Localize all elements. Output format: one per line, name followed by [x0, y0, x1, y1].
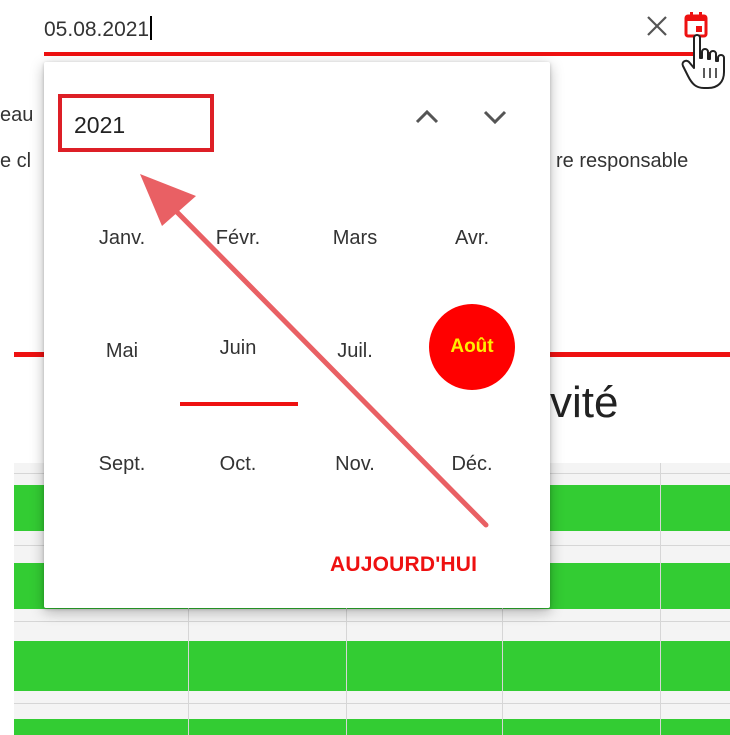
month-hover-indicator [180, 402, 298, 406]
month-sep[interactable]: Sept. [64, 453, 180, 476]
date-field[interactable]: 05.08.2021 [44, 8, 714, 48]
month-dec[interactable]: Déc. [414, 453, 530, 476]
month-feb[interactable]: Févr. [180, 227, 296, 250]
month-apr[interactable]: Avr. [414, 227, 530, 250]
activity-bar [14, 719, 730, 735]
background-text-fragment: re responsable [556, 150, 689, 172]
background-text-fragment: e cl [0, 150, 32, 172]
month-jul[interactable]: Juil. [297, 340, 413, 363]
chevron-down-icon[interactable] [480, 106, 510, 128]
activity-bar [14, 641, 730, 691]
text-caret [150, 16, 153, 40]
month-jun[interactable]: Juin [180, 337, 296, 360]
year-highlight-box [58, 94, 214, 152]
month-aug-selected[interactable]: Août [429, 304, 515, 390]
month-picker-popup: 2021 Janv. Févr. Mars Avr. Mai Juin Juil… [44, 62, 550, 608]
month-jan[interactable]: Janv. [64, 227, 180, 250]
month-nov[interactable]: Nov. [297, 453, 413, 476]
date-field-value: 05.08.2021 [44, 18, 150, 41]
date-field-underline [44, 52, 714, 56]
chevron-up-icon[interactable] [412, 106, 442, 128]
month-may[interactable]: Mai [64, 340, 180, 363]
hand-pointer-cursor [680, 32, 730, 90]
month-oct[interactable]: Oct. [180, 453, 296, 476]
month-mar[interactable]: Mars [297, 227, 413, 250]
section-title-fragment: vité [550, 378, 619, 427]
today-button[interactable]: AUJOURD'HUI [330, 553, 477, 577]
background-text-fragment: eau [0, 104, 34, 126]
section-divider [550, 352, 730, 357]
section-divider [14, 352, 46, 357]
close-icon[interactable] [643, 12, 671, 40]
